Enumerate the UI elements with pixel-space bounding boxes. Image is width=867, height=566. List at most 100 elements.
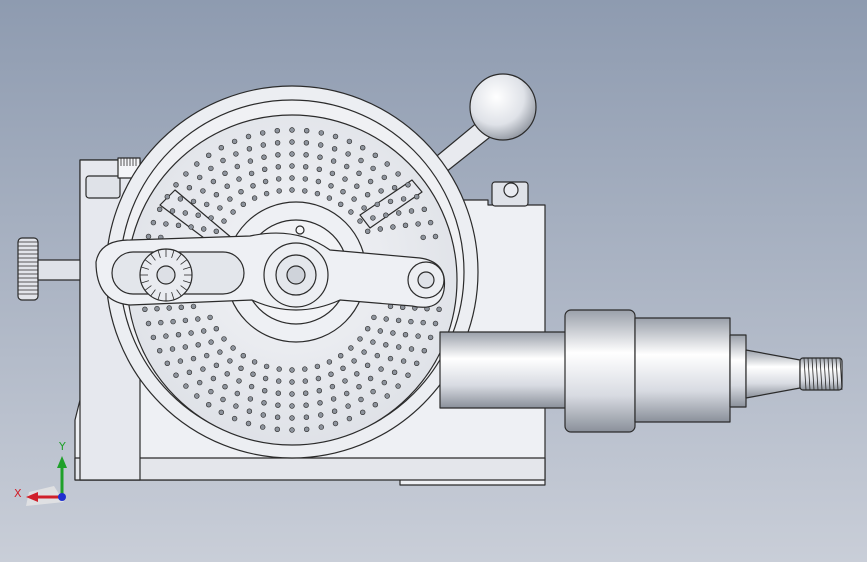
- index-hole: [276, 176, 282, 182]
- index-hole: [342, 176, 348, 182]
- index-hole: [414, 194, 420, 200]
- index-hole: [224, 371, 230, 377]
- index-hole: [314, 363, 321, 370]
- index-hole: [197, 379, 203, 386]
- y-axis-arrowhead: [57, 456, 67, 468]
- index-hole: [331, 146, 338, 152]
- index-hole: [194, 161, 200, 167]
- index-hole: [274, 128, 280, 134]
- clamp-lever-ball[interactable]: [469, 73, 537, 141]
- index-hole: [396, 344, 402, 350]
- index-hole: [154, 306, 160, 312]
- index-hole: [169, 208, 176, 214]
- index-hole: [396, 210, 402, 216]
- index-hole: [361, 205, 367, 211]
- cad-model-view[interactable]: [0, 0, 867, 562]
- index-hole: [222, 384, 228, 390]
- index-hole: [173, 372, 179, 378]
- index-hole: [190, 355, 197, 362]
- y-axis-label: Y: [59, 440, 66, 453]
- index-hole: [378, 188, 384, 194]
- index-hole: [200, 188, 206, 194]
- index-hole: [217, 205, 223, 211]
- index-hole: [170, 318, 176, 325]
- hub-mark: [295, 225, 305, 235]
- index-hole: [200, 366, 206, 372]
- index-hole: [364, 362, 371, 368]
- index-hole: [348, 345, 354, 351]
- index-hole: [204, 352, 210, 359]
- index-hole: [238, 365, 244, 371]
- index-hole: [383, 342, 389, 348]
- index-hole: [289, 367, 295, 373]
- index-hole: [220, 157, 226, 164]
- index-hole: [218, 145, 225, 151]
- index-hole: [182, 344, 189, 350]
- index-hole: [227, 358, 233, 364]
- index-hole: [367, 178, 374, 185]
- index-hole: [289, 139, 295, 145]
- index-hole: [338, 353, 344, 359]
- index-hole: [262, 375, 269, 382]
- index-hole: [289, 415, 295, 421]
- index-hole: [370, 215, 376, 221]
- lock-screw-knob[interactable]: [17, 237, 39, 301]
- index-hole: [217, 349, 223, 355]
- index-hole: [175, 332, 182, 338]
- index-hole: [201, 226, 207, 232]
- index-hole: [384, 161, 390, 167]
- index-hole: [303, 164, 309, 170]
- x-axis-label: X: [14, 487, 22, 500]
- index-hole: [224, 183, 230, 189]
- spindle-body: [634, 317, 731, 423]
- index-hole: [371, 314, 377, 321]
- index-hole: [245, 420, 252, 427]
- index-hole: [381, 379, 387, 386]
- index-hole: [360, 145, 366, 151]
- index-hole: [276, 188, 282, 194]
- index-hole: [221, 218, 227, 224]
- index-hole: [275, 390, 281, 396]
- index-hole: [233, 151, 239, 157]
- index-hole: [188, 330, 194, 336]
- index-hole: [360, 409, 366, 415]
- index-hole: [395, 383, 401, 389]
- index-hole: [358, 157, 364, 164]
- index-hole: [260, 142, 266, 148]
- index-hole: [303, 152, 309, 158]
- index-hole: [195, 342, 201, 348]
- index-hole: [289, 427, 295, 433]
- index-hole: [246, 146, 253, 152]
- index-hole: [220, 396, 226, 403]
- index-hole: [372, 152, 378, 159]
- index-hole: [302, 366, 308, 372]
- index-hole: [289, 403, 295, 409]
- index-hole: [233, 403, 239, 409]
- index-hole: [377, 328, 383, 334]
- index-hole: [150, 334, 157, 341]
- index-hole: [372, 402, 378, 408]
- spindle-body-large: [564, 309, 636, 433]
- index-hole: [245, 133, 252, 140]
- index-hole: [405, 372, 411, 378]
- index-hole: [274, 140, 281, 146]
- index-hole: [338, 201, 344, 208]
- index-hole: [387, 355, 394, 362]
- index-hole: [247, 396, 254, 402]
- index-hole: [248, 383, 255, 390]
- index-hole: [328, 371, 334, 377]
- 3d-viewport[interactable]: [0, 0, 867, 562]
- index-hole: [164, 194, 171, 200]
- index-hole: [178, 304, 185, 310]
- index-hole: [251, 359, 258, 365]
- index-hole: [262, 178, 269, 185]
- index-hole: [370, 165, 376, 172]
- index-hole: [420, 234, 426, 241]
- index-hole: [316, 388, 322, 394]
- index-hole: [421, 206, 427, 213]
- index-hole: [157, 206, 163, 213]
- index-hole: [163, 333, 169, 339]
- index-hole: [330, 158, 337, 164]
- index-hole: [408, 208, 415, 214]
- index-hole: [262, 388, 268, 394]
